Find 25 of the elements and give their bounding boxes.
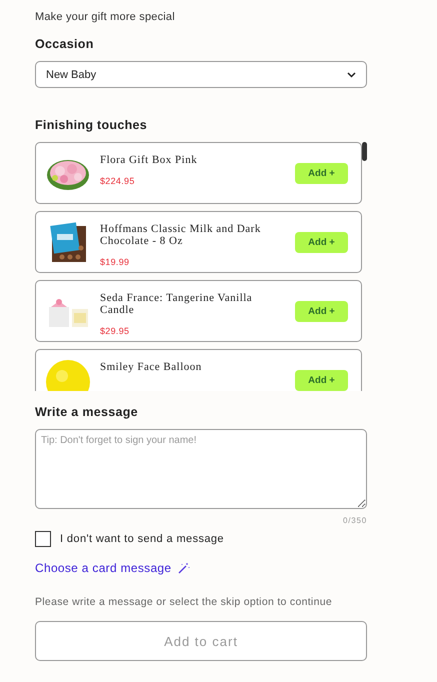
intro-text: Make your gift more special bbox=[35, 11, 176, 23]
character-counter: 0/350 bbox=[342, 516, 367, 525]
checkbox-label: I don't want to send a message bbox=[60, 533, 224, 545]
section-heading: Write a message bbox=[35, 405, 139, 419]
product-name: Seda France: Tangerine Vanilla Candle bbox=[100, 292, 254, 316]
section-heading: Occasion bbox=[35, 37, 95, 51]
product-name: Flora Gift Box Pink bbox=[100, 154, 198, 166]
add-button[interactable]: Add + bbox=[295, 162, 348, 184]
product-price: $29.95 bbox=[100, 326, 130, 336]
scrollbar-thumb[interactable] bbox=[362, 142, 367, 161]
product-price: $224.95 bbox=[100, 176, 136, 186]
occasion-dropdown[interactable]: New Baby bbox=[35, 61, 367, 88]
chevron-down-icon bbox=[347, 72, 356, 78]
add-button[interactable]: Add + bbox=[295, 370, 348, 390]
section-heading: Finishing touches bbox=[35, 118, 148, 132]
message-field[interactable]: Tip: Don't forget to sign your name! bbox=[35, 429, 367, 509]
product-price: $19.99 bbox=[100, 257, 130, 267]
helper-text: Please write a message or select the skip option to continue bbox=[35, 596, 333, 608]
product-name: Hoffmans Classic Milk and Dark Chocolate - 8 Oz bbox=[100, 223, 262, 247]
card-message-link[interactable]: Choose a card message bbox=[35, 561, 190, 575]
add-button[interactable]: Add + bbox=[295, 232, 348, 252]
magic-wand-icon bbox=[178, 562, 190, 574]
product-name: Smiley Face Balloon bbox=[100, 361, 203, 373]
skip-checkbox[interactable] bbox=[35, 531, 51, 547]
add-button[interactable]: Add + bbox=[295, 300, 348, 322]
